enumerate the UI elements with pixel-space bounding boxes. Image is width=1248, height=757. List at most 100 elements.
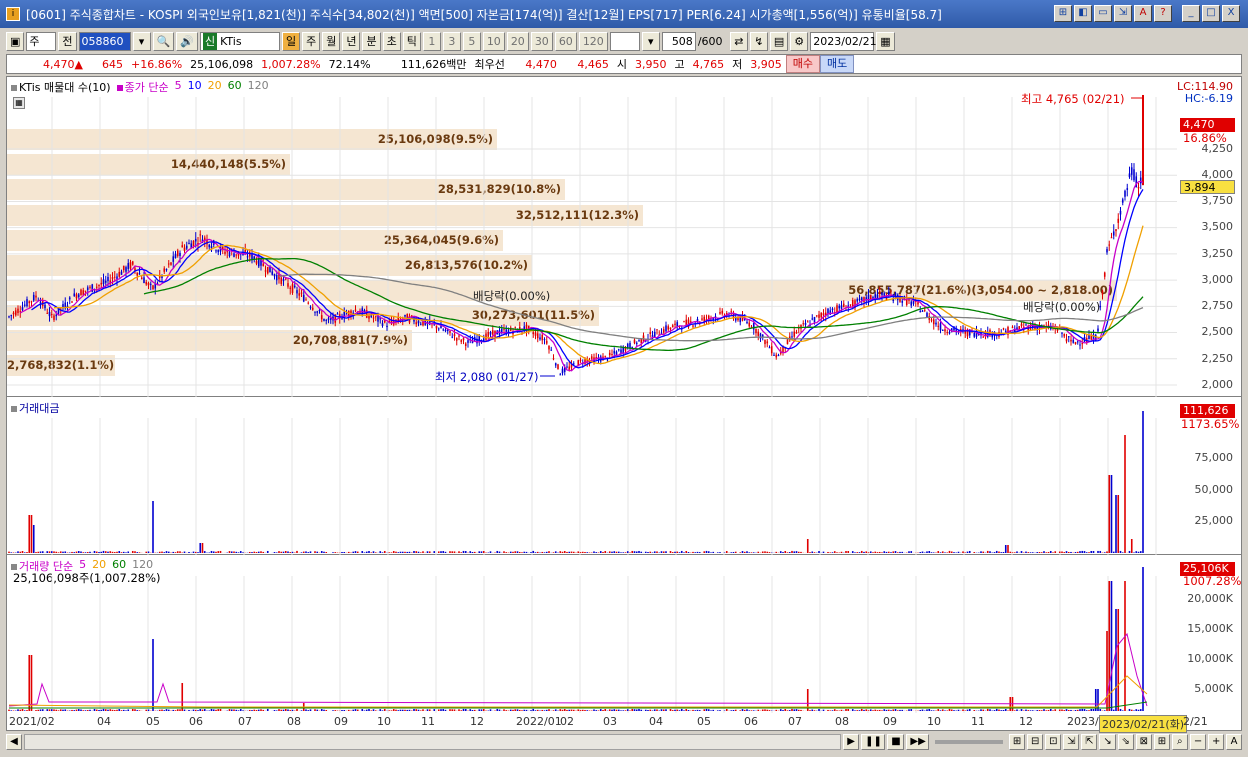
volume-bar — [662, 709, 665, 711]
amount-bar — [604, 551, 607, 553]
search-icon[interactable]: 🔍 — [152, 31, 175, 51]
buy-button[interactable]: 매수 — [785, 55, 821, 73]
price-pane[interactable]: KTis 매물대 수(10) 종가 단순 5 10 20 60 120 ▦ 25… — [7, 77, 1241, 397]
amount-pane[interactable]: 거래대금 75,000 50,000 25,000 111,626 1173.6… — [7, 398, 1241, 555]
chevron-down-icon[interactable]: ▾ — [132, 31, 151, 51]
amount-bar — [534, 552, 537, 553]
chart-tool-icon[interactable]: ⊡ — [1045, 734, 1062, 750]
chart-tool-icon[interactable]: ⇲ — [1063, 734, 1080, 750]
num-1[interactable]: 1 — [422, 31, 441, 51]
candle-body — [28, 301, 31, 304]
amount-bar — [768, 552, 771, 553]
period-minute[interactable]: 분 — [362, 31, 381, 51]
volume-bar — [131, 708, 134, 711]
save-icon[interactable]: ▤ — [769, 31, 789, 51]
num-20[interactable]: 20 — [506, 31, 529, 51]
pause-icon[interactable]: ❚❚ — [861, 734, 886, 750]
candle-body — [372, 317, 375, 319]
num-3[interactable]: 3 — [442, 31, 461, 51]
stop-icon[interactable]: ■ — [887, 734, 905, 750]
period-day[interactable]: 일 — [281, 31, 301, 51]
amount-bar — [608, 551, 611, 553]
type-select[interactable]: 주 — [26, 31, 57, 51]
period-year[interactable]: 년 — [342, 31, 361, 51]
link-icon[interactable]: ⊞ — [1054, 5, 1072, 22]
chart-tool-icon[interactable]: ⊞ — [1008, 734, 1025, 750]
font-icon[interactable]: A — [1134, 5, 1152, 22]
x-tick: 07 — [238, 715, 252, 728]
amount-bar — [1079, 551, 1081, 553]
chart-area[interactable]: KTis 매물대 수(10) 종가 단순 5 10 20 60 120 ▦ 25… — [6, 76, 1242, 733]
export-icon[interactable]: ⇲ — [1114, 5, 1132, 22]
amount-bar — [1016, 551, 1018, 553]
volume-bar — [795, 709, 798, 711]
font-size-icon[interactable]: A — [1226, 734, 1243, 750]
chart-tool-icon[interactable]: ⊞ — [1153, 734, 1170, 750]
trend-icon[interactable]: ↯ — [749, 31, 768, 51]
zoom-slider[interactable] — [935, 740, 1003, 744]
layout-icon[interactable]: ◧ — [1074, 5, 1092, 22]
pin-icon[interactable]: ▣ — [6, 31, 25, 51]
candle-body — [860, 297, 863, 301]
fast-forward-icon[interactable]: ▶▶ — [906, 734, 930, 750]
horizontal-scrollbar[interactable] — [24, 734, 842, 750]
custom-period-input[interactable] — [609, 31, 640, 51]
volume-bar — [1137, 709, 1140, 711]
zoom-icon[interactable]: ⌕ — [1171, 734, 1188, 750]
stock-name-field[interactable]: 신 KTis — [199, 31, 280, 51]
num-120[interactable]: 120 — [578, 31, 608, 51]
window-icon[interactable]: ▭ — [1094, 5, 1112, 22]
minimize-button[interactable]: _ — [1182, 5, 1200, 22]
amount-bar — [775, 551, 778, 553]
num-5[interactable]: 5 — [462, 31, 481, 51]
amount-bar — [532, 550, 535, 553]
candle-body — [1025, 324, 1027, 326]
candle-body — [275, 275, 278, 281]
period-second[interactable]: 초 — [382, 31, 401, 51]
chart-tool-icon[interactable]: ⇘ — [1117, 734, 1134, 750]
chart-tool-icon[interactable]: ↘ — [1099, 734, 1116, 750]
amount-bar — [919, 552, 922, 553]
volume-bar — [1090, 708, 1093, 711]
candle-body — [300, 292, 303, 294]
period-tick[interactable]: 틱 — [402, 31, 421, 51]
num-10[interactable]: 10 — [482, 31, 505, 51]
volume-pane[interactable]: 거래량 단순 5 20 60 120 25,106,098주(1,007.28%… — [7, 556, 1241, 713]
amount-bar — [995, 550, 998, 553]
ma20-line — [53, 225, 1144, 365]
period-month[interactable]: 월 — [322, 31, 341, 51]
volume-bar — [242, 710, 244, 711]
chart-tool-icon[interactable]: ⇱ — [1081, 734, 1098, 750]
date-input[interactable]: 2023/02/21 — [810, 31, 877, 51]
volume-bar — [541, 709, 544, 711]
code-input[interactable]: 058860 — [78, 31, 131, 51]
amount-bar — [104, 551, 107, 553]
tool-icon[interactable]: ⇄ — [729, 31, 748, 51]
minus-icon[interactable]: − — [1189, 734, 1206, 750]
count-input[interactable]: 508 — [661, 31, 696, 51]
gear-icon[interactable]: ⚙ — [790, 31, 809, 51]
play-icon[interactable]: ▶ — [843, 734, 860, 750]
chart-tool-icon[interactable]: ⊟ — [1026, 734, 1044, 750]
num-60[interactable]: 60 — [554, 31, 577, 51]
period-dropdown[interactable]: ▾ — [641, 31, 660, 51]
amount-bar — [1099, 550, 1102, 553]
candle-body — [1097, 328, 1099, 332]
scroll-left-button[interactable]: ◀ — [6, 734, 22, 750]
help-icon[interactable]: ? — [1154, 5, 1172, 22]
volume-bar — [17, 709, 19, 711]
maximize-button[interactable]: □ — [1202, 5, 1220, 22]
calendar-icon[interactable]: ▦ — [876, 31, 895, 51]
close-button[interactable]: X — [1222, 5, 1240, 22]
period-week[interactable]: 주 — [302, 31, 321, 51]
volume-bar — [692, 709, 694, 711]
chart-tool-icon[interactable]: ⊠ — [1135, 734, 1152, 750]
volume-bar — [260, 709, 262, 711]
plus-icon[interactable]: + — [1207, 734, 1225, 750]
volume-rate-tag: 1007.28% — [1183, 574, 1242, 588]
amount-bar — [572, 551, 575, 553]
speaker-icon[interactable]: 🔊 — [176, 31, 198, 51]
mode-button[interactable]: 전 — [58, 31, 77, 51]
sell-button[interactable]: 매도 — [820, 55, 855, 73]
num-30[interactable]: 30 — [530, 31, 553, 51]
